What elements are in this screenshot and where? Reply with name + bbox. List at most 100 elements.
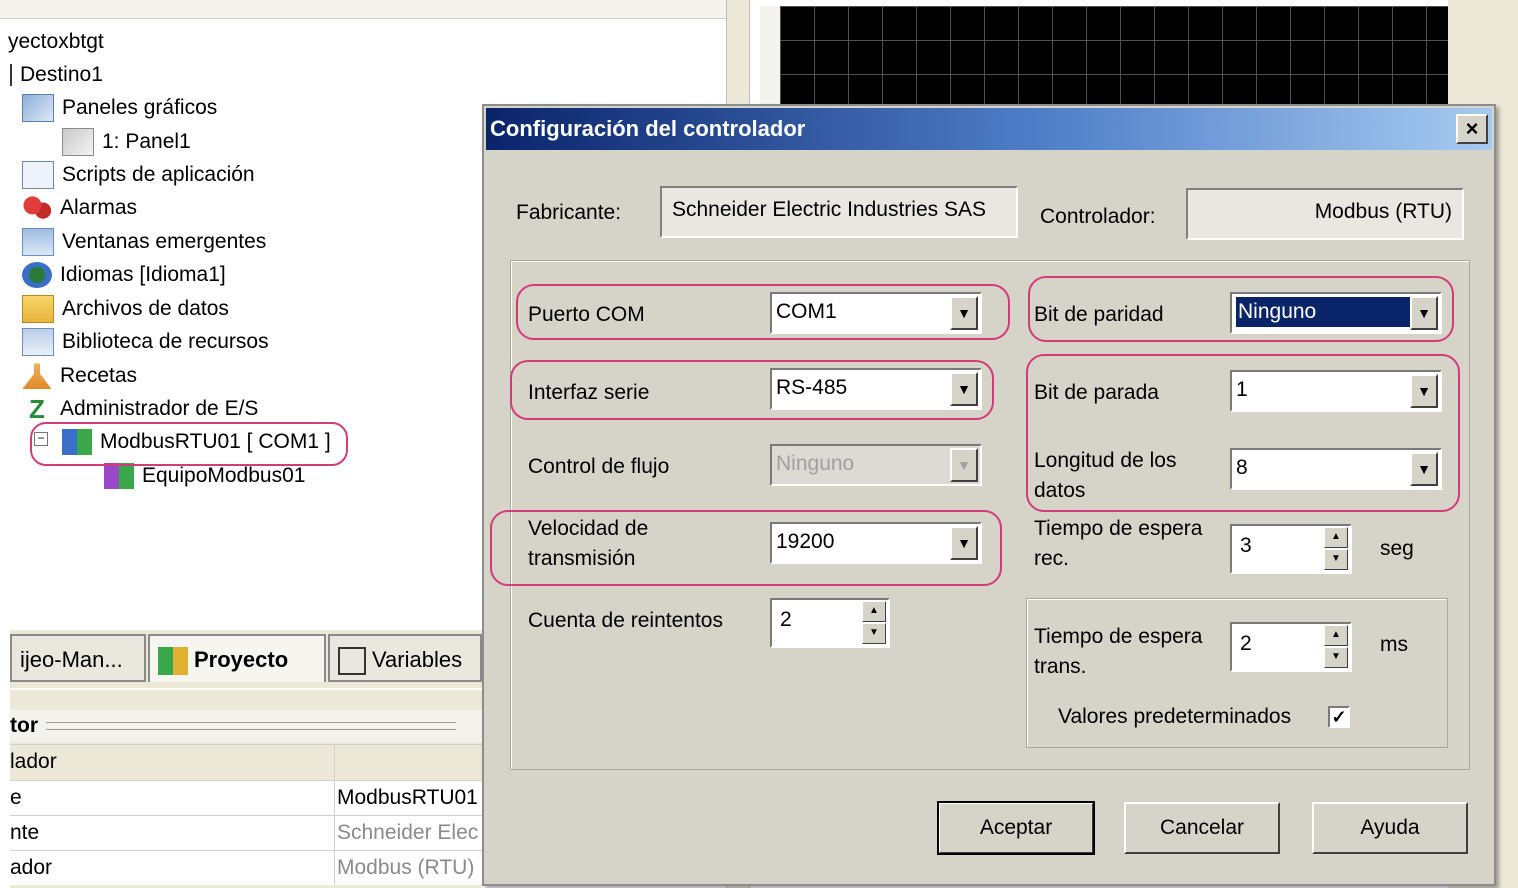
panel-preview-canvas [780, 6, 1448, 110]
spin-down-icon[interactable]: ▼ [1324, 647, 1348, 668]
tree-item-target[interactable]: Destino1 [10, 59, 103, 91]
reintentos-stepper[interactable]: 2 ▲ ▼ [770, 598, 890, 648]
stepper-value: 2 [780, 608, 792, 631]
tree-item-label: Alarmas [60, 196, 138, 219]
tree-header-strip [0, 0, 726, 19]
check-icon: ✓ [1331, 707, 1347, 727]
properties-header-cell-2 [334, 745, 487, 779]
tree-item-popups[interactable]: Ventanas emergentes [22, 226, 266, 258]
stepper-value: 2 [1240, 632, 1252, 655]
alarms-icon [22, 195, 52, 222]
valores-predeterminados-checkbox[interactable]: ✓ [1328, 706, 1350, 728]
tree-item-label: Scripts de aplicación [62, 163, 255, 186]
tab-proyecto[interactable]: Proyecto [148, 634, 326, 682]
languages-icon [22, 262, 52, 289]
panel-icon [62, 128, 94, 157]
tree-item-label: Biblioteca de recursos [62, 330, 269, 353]
spin-up-icon[interactable]: ▲ [862, 601, 886, 622]
reintentos-label: Cuenta de reintentos [528, 609, 723, 632]
espera-rec-stepper[interactable]: 3 ▲ ▼ [1230, 524, 1352, 574]
tree-item-scripts[interactable]: Scripts de aplicación [22, 159, 255, 191]
vertical-ruler [760, 6, 780, 110]
dialog-title: Configuración del controlador [490, 116, 806, 141]
dialog-titlebar[interactable]: Configuración del controlador [486, 108, 1492, 150]
table-row[interactable]: nte Schneider Elec [10, 815, 482, 850]
spin-up-icon[interactable]: ▲ [1324, 625, 1348, 646]
tree-item-alarms[interactable]: Alarmas [22, 192, 137, 224]
control-flujo-select: Ninguno ▼ [770, 444, 982, 486]
popup-windows-icon [22, 228, 54, 257]
highlight-modbus-driver [30, 422, 348, 466]
property-value: ModbusRTU01 [334, 781, 487, 815]
tree-item-panel1[interactable]: 1: Panel1 [62, 126, 191, 158]
espera-trans-label-line1: Tiempo de espera [1034, 625, 1203, 648]
project-tab-icon [158, 647, 188, 676]
scripts-icon [22, 161, 54, 190]
ayuda-button[interactable]: Ayuda [1312, 802, 1468, 854]
tree-item-label: Recetas [60, 364, 138, 387]
tab-variables[interactable]: Variables [328, 634, 482, 682]
tree-item-data-files[interactable]: Archivos de datos [22, 293, 229, 325]
resource-library-icon [22, 328, 54, 357]
espera-trans-unit: ms [1380, 633, 1408, 656]
espera-trans-stepper[interactable]: 2 ▲ ▼ [1230, 622, 1352, 672]
cancelar-button[interactable]: Cancelar [1124, 802, 1280, 854]
highlight-interfaz-serie [510, 360, 994, 420]
properties-title: tor [10, 710, 482, 742]
tree-item-label: Idiomas [Idioma1] [60, 263, 226, 286]
controlador-label: Controlador: [1040, 205, 1156, 228]
tree-item-panels[interactable]: Paneles gráficos [22, 92, 217, 124]
stepper-value: 3 [1240, 534, 1252, 557]
controlador-field: Modbus (RTU) [1186, 188, 1464, 240]
tree-item-resource-library[interactable]: Biblioteca de recursos [22, 326, 269, 358]
tree-item-label: Archivos de datos [62, 297, 229, 320]
property-name: ador [10, 856, 53, 879]
chevron-down-icon: ▼ [950, 448, 978, 482]
table-row[interactable]: ador Modbus (RTU) [10, 850, 482, 885]
variables-tab-icon [338, 647, 366, 676]
io-manager-icon: Z [29, 394, 45, 425]
title-rule [46, 722, 456, 731]
tree-item-io-manager[interactable]: Z Administrador de E/S [22, 393, 258, 425]
spin-up-icon[interactable]: ▲ [1324, 527, 1348, 548]
spin-down-icon[interactable]: ▼ [862, 623, 886, 644]
tab-label: Variables [372, 647, 463, 672]
tab-dialogo-man[interactable]: ijeo-Man... [10, 634, 146, 682]
spin-down-icon[interactable]: ▼ [1324, 549, 1348, 570]
tree-item-label: Ventanas emergentes [62, 230, 267, 253]
tree-item-label: Destino1 [20, 63, 103, 86]
control-flujo-label: Control de flujo [528, 455, 670, 478]
recipes-icon [22, 363, 52, 390]
property-name: e [10, 786, 22, 809]
valores-predeterminados-label: Valores predeterminados [1058, 705, 1292, 728]
target-icon [10, 64, 12, 87]
highlight-paridad [1028, 276, 1454, 342]
table-row[interactable]: e ModbusRTU01 [10, 780, 482, 815]
tree-item-languages[interactable]: Idiomas [Idioma1] [22, 259, 226, 291]
espera-rec-unit: seg [1380, 537, 1414, 560]
property-value: Modbus (RTU) [334, 851, 487, 885]
fabricante-label: Fabricante: [516, 201, 622, 224]
tab-label: Proyecto [194, 647, 289, 672]
close-icon: × [1465, 116, 1479, 141]
aceptar-button[interactable]: Aceptar [937, 801, 1095, 855]
tree-item-label: EquipoModbus01 [142, 464, 306, 487]
panels-icon [22, 94, 54, 123]
tree-item-label: Paneles gráficos [62, 96, 218, 119]
espera-trans-label-line2: trans. [1034, 655, 1087, 678]
tree-item-project[interactable]: yectoxbtgt [8, 26, 104, 58]
tree-item-recipes[interactable]: Recetas [22, 360, 137, 392]
close-button[interactable]: × [1456, 114, 1488, 144]
select-value: Ninguno [776, 452, 855, 475]
tab-label: ijeo-Man... [20, 647, 123, 672]
highlight-parada-longitud [1026, 354, 1460, 512]
property-value: Schneider Elec [334, 816, 487, 850]
tree-item-label: 1: Panel1 [102, 130, 191, 153]
highlight-puerto-com [516, 284, 1010, 340]
espera-rec-label-line2: rec. [1034, 547, 1070, 570]
tree-item-label: yectoxbtgt [8, 30, 104, 53]
tab-bar: ijeo-Man... Proyecto Variables [10, 630, 482, 688]
properties-header-row: lador [10, 744, 482, 779]
property-name: nte [10, 821, 40, 844]
properties-title-text: tor [10, 714, 38, 737]
